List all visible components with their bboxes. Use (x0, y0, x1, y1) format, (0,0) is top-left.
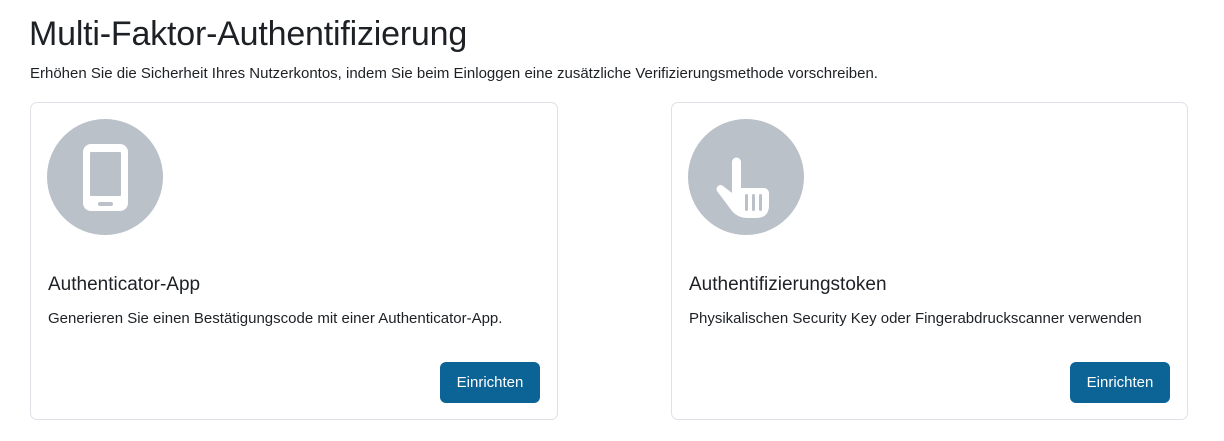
mobile-phone-icon (47, 119, 163, 235)
factor-title: Authentifizierungstoken (689, 274, 887, 295)
mfa-page: Multi-Faktor-Authentifizierung Erhöhen S… (0, 0, 1224, 441)
page-title: Multi-Faktor-Authentifizierung (29, 15, 468, 53)
factor-description: Generieren Sie einen Bestätigungscode mi… (48, 310, 503, 327)
factor-title: Authenticator-App (48, 274, 201, 295)
setup-authentication-token-button[interactable]: Einrichten (1070, 362, 1170, 403)
factor-card-authenticator-app: Authenticator-App Generieren Sie einen B… (30, 102, 558, 420)
setup-authenticator-app-button[interactable]: Einrichten (440, 362, 540, 403)
factor-card-authentication-token: Authentifizierungstoken Physikalischen S… (671, 102, 1188, 420)
pointing-hand-icon (688, 119, 804, 235)
factor-description: Physikalischen Security Key oder Fingera… (689, 310, 1142, 327)
page-description: Erhöhen Sie die Sicherheit Ihres Nutzerk… (30, 65, 878, 82)
